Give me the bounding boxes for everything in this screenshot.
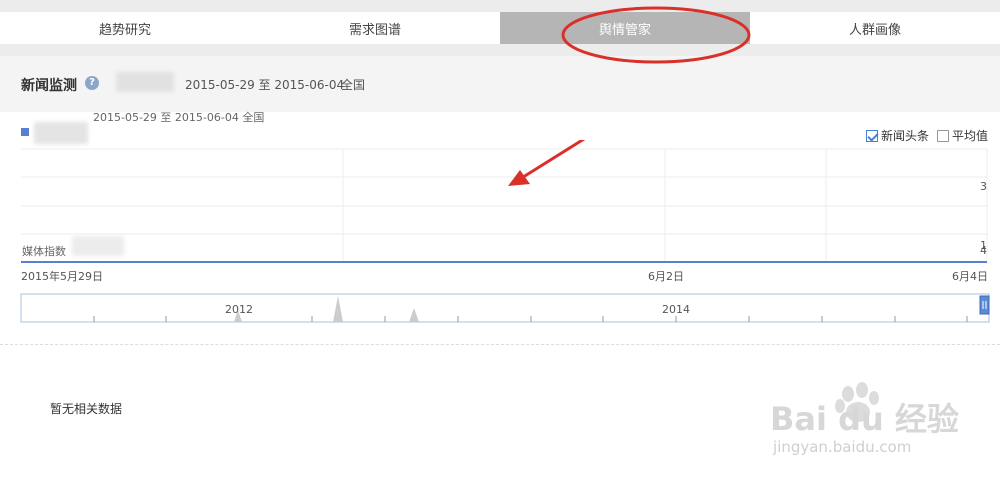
- trend-chart: 3 1 4 2012 2014: [20, 140, 990, 323]
- tab-bar-gap: [0, 44, 1000, 56]
- watermark-text: Bai du 经验: [770, 400, 959, 438]
- y-tick-label: 3: [980, 180, 987, 193]
- annotation-ellipse: [561, 6, 751, 64]
- x-tick-label: 6月4日: [952, 270, 988, 283]
- x-tick-label: 2015年5月29日: [21, 270, 103, 283]
- date-range: 2015-05-29 至 2015-06-04: [185, 78, 345, 92]
- chart-range-label: 2015-05-29 至 2015-06-04 全国: [93, 111, 265, 124]
- blurred-keyword: [116, 72, 174, 92]
- annotation-arrow-shaft: [519, 140, 586, 181]
- y-axis-label: 媒体指数: [22, 245, 66, 258]
- question-circle-icon[interactable]: ?: [85, 76, 99, 90]
- top-strip: [0, 0, 1000, 12]
- empty-state-message: 暂无相关数据: [50, 402, 123, 416]
- annotation-arrow-head: [508, 170, 530, 186]
- tab-trend-research[interactable]: 趋势研究: [0, 12, 250, 44]
- tab-demand-graph[interactable]: 需求图谱: [250, 12, 500, 44]
- watermark-url: jingyan.baidu.com: [773, 438, 912, 456]
- x-tick-label: 6月2日: [648, 270, 684, 283]
- overview-handle[interactable]: [979, 295, 990, 315]
- overview-year-label: 2014: [662, 303, 690, 316]
- legend-swatch: [21, 128, 29, 136]
- y-tick-label: 4: [980, 244, 987, 257]
- region-label: 全国: [341, 78, 366, 92]
- tab-bar: 趋势研究 需求图谱 舆情管家 人群画像: [0, 12, 1000, 44]
- panel-title: 新闻监测: [21, 78, 77, 94]
- blurred-axis-text: [72, 236, 124, 256]
- overview-year-label: 2012: [225, 303, 253, 316]
- tab-crowd-profile[interactable]: 人群画像: [750, 12, 1000, 44]
- section-divider: [0, 344, 1000, 345]
